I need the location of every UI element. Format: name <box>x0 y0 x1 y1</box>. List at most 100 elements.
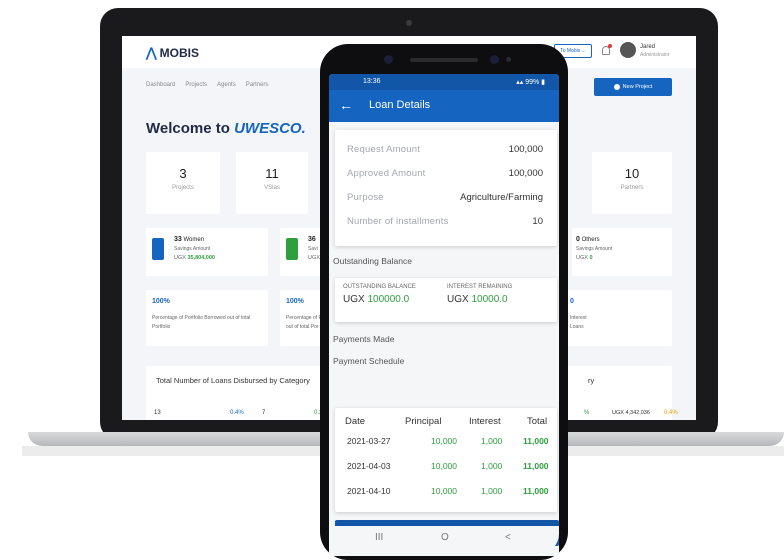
stat-card-vslas[interactable]: 11 VSlas <box>236 152 308 214</box>
dashboard-nav: Dashboard Projects Agents Partners <box>146 82 268 88</box>
stat-card-projects[interactable]: 3 Projects <box>146 152 220 214</box>
notification-dot <box>608 44 612 48</box>
detail-row-approved: Approved Amount 100,000 <box>347 168 543 179</box>
laptop-camera <box>406 20 412 26</box>
user-name: Jared <box>640 44 656 50</box>
plus-icon <box>613 84 620 90</box>
others-amount-prefix: UGX <box>576 255 590 261</box>
loans-title: Total Number of Loans Disbursed by Categ… <box>156 376 310 385</box>
status-battery: ▴▴ 99% ▮ <box>516 79 545 86</box>
interest-remaining: INTEREST REMAINING UGX 10000.0 <box>447 284 512 305</box>
col-header-principal: Principal <box>405 416 442 427</box>
new-project-label: New Project <box>622 84 653 90</box>
women-count: 33 <box>174 236 182 243</box>
outstanding-balance: OUTSTANDING BALANCE UGX 100000.0 <box>343 284 416 305</box>
phone-speaker <box>410 58 478 62</box>
others-title: 0 Others <box>576 236 600 243</box>
amount-value: 10000.0 <box>471 294 508 305</box>
row-principal: 10,000 <box>431 436 457 446</box>
nav-dashboard[interactable]: Dashboard <box>146 82 175 88</box>
others-card: 0 Others Savings Amount UGX 0 <box>572 228 672 276</box>
loans-row-b-count: 7 <box>262 410 266 416</box>
outstanding-card: OUTSTANDING BALANCE UGX 100000.0 INTERES… <box>335 278 557 322</box>
detail-label: Purpose <box>347 192 384 203</box>
phone: 13:36 ▴▴ 99% ▮ ← Loan Details Request Am… <box>320 44 568 560</box>
payment-schedule-label: Payment Schedule <box>333 356 405 366</box>
status-bar: 13:36 ▴▴ 99% ▮ <box>329 74 559 90</box>
detail-row-installments: Number of installments 10 <box>347 216 543 227</box>
outstanding-section-label: Outstanding Balance <box>333 256 412 266</box>
detail-value: 100,000 <box>508 144 543 155</box>
app-bar: ← Loan Details <box>329 90 559 122</box>
row-interest: 1,000 <box>481 436 503 446</box>
others-amount: UGX 0 <box>576 255 593 261</box>
women-card: 33 Women Savings Amount UGX 35,804,000 <box>146 228 268 276</box>
phone-sensor <box>506 57 511 62</box>
loans-row-a-pct: 0.4% <box>230 410 244 416</box>
welcome-org: UWESCO. <box>234 120 306 137</box>
others-sub: Savings Amount <box>576 246 613 252</box>
men-count: 36 <box>308 236 316 243</box>
men-title: 36 <box>308 236 316 243</box>
pct-value: 100% <box>152 298 170 305</box>
loans-right-pct-lead: % <box>584 410 590 416</box>
row-total: 11,000 <box>523 486 549 496</box>
stat-value: 3 <box>179 166 187 181</box>
loans-right-title: ry <box>588 376 595 385</box>
interest-amount: UGX 10000.0 <box>447 294 512 305</box>
loans-row-a-count: 13 <box>154 410 161 416</box>
pct-card-portfolio: 100% Percentage of Portfolio Borrowed ou… <box>146 290 268 346</box>
col-header-interest: Interest <box>469 416 501 427</box>
nav-agents[interactable]: Agents <box>217 82 236 88</box>
detail-value: 100,000 <box>508 168 543 179</box>
nav-partners[interactable]: Partners <box>246 82 269 88</box>
android-nav-bar: III O < <box>329 526 559 554</box>
row-date: 2021-03-27 <box>347 436 391 446</box>
women-amount-prefix: UGX <box>174 255 188 261</box>
row-total: 11,000 <box>523 436 549 446</box>
stat-label: Partners <box>620 185 644 191</box>
others-label: Others <box>581 237 600 243</box>
recent-apps-icon[interactable]: III <box>375 532 383 543</box>
detail-value: Agriculture/Farming <box>460 192 543 203</box>
row-date: 2021-04-10 <box>347 486 391 496</box>
pct-card-interest: 0 Interest Loans <box>566 290 672 346</box>
home-icon[interactable]: O <box>441 532 449 543</box>
currency: UGX <box>343 294 368 305</box>
new-project-button[interactable]: New Project <box>594 78 672 96</box>
women-amount-value: 35,804,000 <box>187 255 215 261</box>
others-count: 0 <box>576 236 580 243</box>
detail-row-purpose: Purpose Agriculture/Farming <box>347 192 543 203</box>
men-amount: UGX <box>308 255 320 261</box>
back-icon[interactable]: < <box>505 532 511 543</box>
detail-label: Approved Amount <box>347 168 426 179</box>
row-interest: 1,000 <box>481 461 503 471</box>
avatar[interactable] <box>620 42 636 58</box>
stat-label: Projects <box>172 185 194 191</box>
pct-desc: Interest Loans <box>570 315 587 330</box>
loans-right-amount: UGX 4,342,036 <box>612 410 650 416</box>
currency: UGX <box>447 294 472 305</box>
women-title: 33 Women <box>174 236 204 243</box>
pct-value: 0 <box>570 298 574 305</box>
status-time: 13:36 <box>363 78 381 85</box>
men-icon <box>286 238 298 260</box>
stat-label: VSlas <box>264 185 280 191</box>
phone-screen: 13:36 ▴▴ 99% ▮ ← Loan Details Request Am… <box>329 74 559 556</box>
detail-value: 10 <box>532 216 543 227</box>
payment-schedule-table: Date Principal Interest Total 2021-03-27… <box>335 408 557 512</box>
battery-level: 99% <box>525 79 540 86</box>
interest-head: INTEREST REMAINING <box>447 284 513 290</box>
col-header-date: Date <box>345 416 366 427</box>
back-arrow-icon[interactable]: ← <box>339 98 353 112</box>
men-sub: Savi <box>308 246 318 252</box>
women-sub: Savings Amount <box>174 246 211 252</box>
detail-label: Number of installments <box>347 216 449 227</box>
loans-right-pct: 0.4% <box>664 410 678 416</box>
mobis-logo[interactable]: ⋀ MOBIS <box>146 45 199 61</box>
pct-value: 100% <box>286 298 304 305</box>
nav-projects[interactable]: Projects <box>185 82 207 88</box>
detail-row-request: Request Amount 100,000 <box>347 144 543 155</box>
stat-card-partners[interactable]: 10 Partners <box>592 152 672 214</box>
user-role: Administrator <box>640 52 670 58</box>
